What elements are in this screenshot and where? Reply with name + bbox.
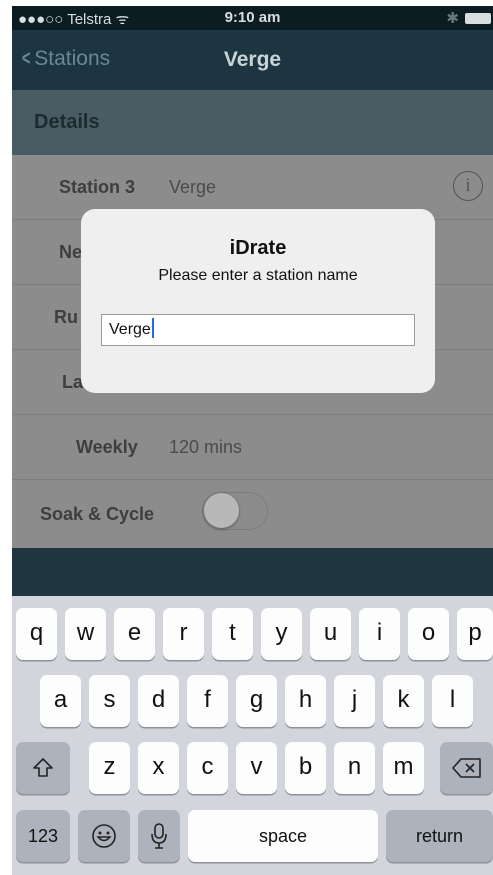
toolbar-band [12, 548, 493, 596]
space-key[interactable]: space [188, 810, 378, 862]
key-x[interactable]: x [138, 742, 179, 794]
row-label: Ne [59, 242, 83, 262]
key-w[interactable]: w [65, 608, 106, 660]
alert-title: iDrate [229, 237, 287, 259]
numbers-key[interactable]: 123 [16, 810, 70, 862]
key-o[interactable]: o [408, 608, 449, 660]
alert-dialog: iDrate Please enter a station name Verge [81, 209, 435, 393]
key-g[interactable]: g [236, 675, 277, 727]
page-title: Verge [223, 48, 282, 71]
weekly-row[interactable]: Weekly 120 mins [12, 415, 493, 480]
key-a[interactable]: a [40, 675, 81, 727]
key-r[interactable]: r [163, 608, 204, 660]
status-time: 9:10 am [224, 9, 281, 26]
return-key[interactable]: return [386, 810, 493, 862]
section-header-label: Details [34, 111, 100, 133]
dictation-key[interactable] [138, 810, 180, 862]
info-icon[interactable]: i [453, 171, 483, 201]
row-label: Weekly [76, 437, 138, 457]
screen: ●●●○○ Telstra ᯤ 9:10 am ✱ < Stations Verg… [12, 6, 493, 875]
battery-icon [465, 13, 491, 24]
row-value: 120 mins [169, 437, 243, 457]
keyboard: q w e r t y u i o p a s d f g h j k l z … [12, 596, 493, 875]
key-k[interactable]: k [383, 675, 424, 727]
key-v[interactable]: v [236, 742, 277, 794]
status-bar: ●●●○○ Telstra ᯤ 9:10 am ✱ [12, 6, 493, 30]
key-m[interactable]: m [383, 742, 424, 794]
key-f[interactable]: f [187, 675, 228, 727]
delete-icon [451, 758, 481, 778]
bluetooth-icon: ✱ [446, 10, 459, 27]
station-name-input[interactable]: Verge [101, 314, 415, 346]
input-value: Verge [109, 321, 151, 338]
row-label: Station 3 [59, 177, 136, 197]
key-i[interactable]: i [359, 608, 400, 660]
row-label: Ru [54, 307, 78, 327]
shift-key[interactable] [16, 742, 70, 794]
key-t[interactable]: t [212, 608, 253, 660]
row-value: Verge [169, 177, 217, 197]
section-header: Details [12, 90, 493, 155]
text-caret [151, 318, 154, 339]
key-q[interactable]: q [16, 608, 57, 660]
row-label: La [62, 372, 84, 392]
key-d[interactable]: d [138, 675, 179, 727]
toggle-knob [204, 493, 239, 528]
key-j[interactable]: j [334, 675, 375, 727]
soak-cycle-toggle[interactable] [202, 492, 268, 530]
key-p[interactable]: p [457, 608, 493, 660]
delete-key[interactable] [440, 742, 493, 794]
emoji-icon [92, 824, 116, 848]
shift-icon [33, 758, 53, 777]
key-u[interactable]: u [310, 608, 351, 660]
row-label: Soak & Cycle [40, 504, 155, 524]
alert-message: Please enter a station name [158, 267, 358, 284]
key-n[interactable]: n [334, 742, 375, 794]
nav-bar: < Stations Verge [12, 30, 493, 90]
key-c[interactable]: c [187, 742, 228, 794]
microphone-icon [151, 823, 167, 849]
key-b[interactable]: b [285, 742, 326, 794]
key-s[interactable]: s [89, 675, 130, 727]
key-e[interactable]: e [114, 608, 155, 660]
key-h[interactable]: h [285, 675, 326, 727]
key-z[interactable]: z [89, 742, 130, 794]
soak-cycle-row: Soak & Cycle [12, 480, 493, 548]
emoji-key[interactable] [78, 810, 130, 862]
key-l[interactable]: l [432, 675, 473, 727]
key-y[interactable]: y [261, 608, 302, 660]
